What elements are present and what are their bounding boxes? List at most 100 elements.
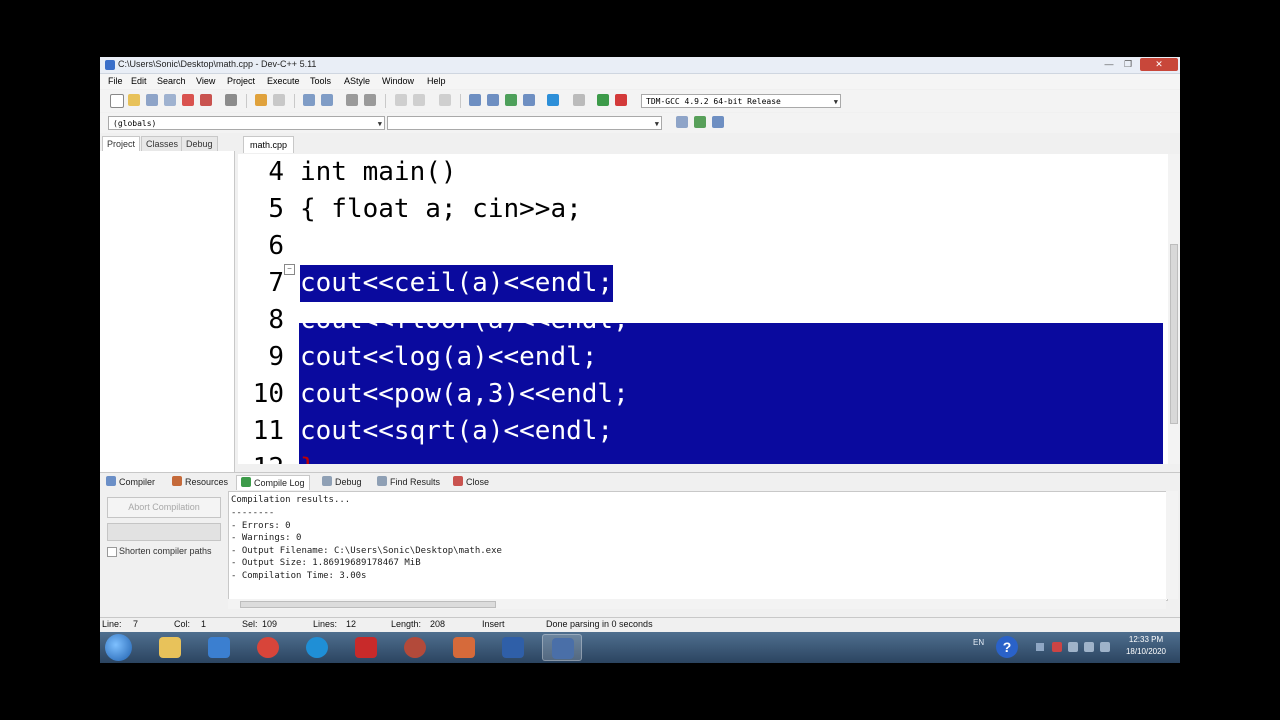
close-all-icon[interactable]	[200, 94, 212, 106]
stop-icon[interactable]	[573, 94, 585, 106]
goto-forward-icon[interactable]	[413, 94, 425, 106]
menu-view[interactable]: View	[196, 76, 215, 86]
status-lines: 12	[346, 619, 357, 629]
tab-classes[interactable]: Classes	[141, 136, 184, 152]
start-button-icon[interactable]	[105, 634, 132, 661]
log-vertical-scrollbar[interactable]	[1166, 491, 1178, 599]
flag-icon[interactable]	[1068, 642, 1078, 652]
class-add-icon[interactable]	[694, 116, 706, 128]
network-status-icon[interactable]	[1084, 642, 1094, 652]
shorten-paths-checkbox[interactable]	[107, 547, 117, 557]
maximize-button[interactable]: ❐	[1119, 58, 1137, 71]
compile-log-output[interactable]: Compilation results... -------- - Errors…	[228, 491, 1168, 601]
help-icon[interactable]: ?	[996, 636, 1018, 658]
tab-close[interactable]: Close	[453, 475, 489, 489]
indent-icon[interactable]	[346, 94, 358, 106]
debug-icon[interactable]	[615, 94, 627, 106]
tab-compile-log-label: Compile Log	[254, 478, 305, 488]
taskbar-word[interactable]	[493, 634, 533, 661]
redo-icon[interactable]	[273, 94, 285, 106]
menu-tools[interactable]: Tools	[310, 76, 331, 86]
tab-project[interactable]: Project	[102, 136, 141, 152]
goto-back-icon[interactable]	[395, 94, 407, 106]
taskbar-devcpp[interactable]	[542, 634, 582, 661]
taskbar-edge[interactable]	[297, 634, 337, 661]
abort-compilation-button[interactable]: Abort Compilation	[107, 497, 221, 518]
fold-minus-icon[interactable]: −	[284, 264, 295, 275]
tray-app-icon[interactable]	[1052, 642, 1062, 652]
log-horizontal-scrollbar[interactable]	[228, 599, 1166, 609]
tray-arrow-icon[interactable]	[1036, 643, 1044, 651]
menu-window[interactable]: Window	[382, 76, 414, 86]
status-sel-label: Sel:	[242, 619, 258, 629]
tab-compiler[interactable]: Compiler	[106, 475, 155, 489]
open-file-icon[interactable]	[128, 94, 140, 106]
browser-icon	[306, 637, 328, 658]
status-length: 208	[430, 619, 446, 629]
tab-math-cpp[interactable]: math.cpp	[243, 136, 295, 153]
title-bar: C:\Users\Sonic\Desktop\math.cpp - Dev-C+…	[100, 57, 1180, 74]
tab-find-results-label: Find Results	[390, 477, 441, 487]
menu-file[interactable]: File	[108, 76, 123, 86]
class-insert-icon[interactable]	[676, 116, 688, 128]
minimize-button[interactable]: —	[1100, 58, 1118, 71]
code-editor[interactable]: 4 5 6 7 8 9 10 11 12 − int main() { floa…	[238, 154, 1168, 464]
save-icon[interactable]	[146, 94, 158, 106]
scope-select[interactable]: (globals) ▼	[108, 116, 385, 130]
new-project-icon[interactable]	[469, 94, 481, 106]
status-lines-label: Lines:	[313, 619, 338, 629]
editor-vertical-scrollbar[interactable]	[1168, 154, 1180, 464]
chart-icon[interactable]	[597, 94, 609, 106]
volume-icon[interactable]	[1100, 642, 1110, 652]
class-toggle-icon[interactable]	[712, 116, 724, 128]
project-tree[interactable]	[100, 151, 235, 524]
close-button[interactable]: ✕	[1140, 58, 1178, 71]
menu-execute[interactable]: Execute	[267, 76, 300, 86]
status-sel: 109	[262, 619, 278, 629]
close-file-icon[interactable]	[182, 94, 194, 106]
tab-resources[interactable]: Resources	[172, 475, 228, 489]
taskbar-network[interactable]	[199, 634, 239, 661]
find-icon	[377, 476, 387, 486]
undo-icon[interactable]	[255, 94, 267, 106]
compiler-select[interactable]: TDM-GCC 4.9.2 64-bit Release ▼	[641, 94, 841, 108]
new-file-icon[interactable]	[110, 94, 124, 108]
taskbar-chrome[interactable]	[248, 634, 288, 661]
check-syntax-icon[interactable]	[547, 94, 559, 106]
menu-edit[interactable]: Edit	[131, 76, 147, 86]
tab-debug-output[interactable]: Debug	[322, 475, 362, 489]
clock-date: 18/10/2020	[1125, 647, 1167, 656]
compiler-select-value: TDM-GCC 4.9.2 64-bit Release	[646, 97, 781, 106]
save-all-icon[interactable]	[164, 94, 176, 106]
compiler-icon	[106, 476, 116, 486]
tab-compile-log[interactable]: Compile Log	[236, 475, 310, 490]
menu-search[interactable]: Search	[157, 76, 186, 86]
replace-icon[interactable]	[321, 94, 333, 106]
unindent-icon[interactable]	[364, 94, 376, 106]
tab-debug[interactable]: Debug	[181, 136, 218, 152]
find-icon[interactable]	[303, 94, 315, 106]
compile-icon[interactable]	[505, 94, 517, 106]
taskbar-app[interactable]	[395, 634, 435, 661]
tab-compiler-label: Compiler	[119, 477, 156, 487]
run-icon[interactable]	[523, 94, 535, 106]
taskbar-explorer[interactable]	[150, 634, 190, 661]
scrollbar-thumb[interactable]	[240, 601, 496, 608]
menu-project[interactable]: Project	[227, 76, 255, 86]
taskbar-acrobat[interactable]	[346, 634, 386, 661]
app-icon	[404, 637, 426, 658]
clock[interactable]: 12:33 PM 18/10/2020	[1118, 634, 1174, 658]
taskbar-powerpoint[interactable]	[444, 634, 484, 661]
scrollbar-thumb[interactable]	[1170, 244, 1178, 424]
member-select[interactable]: ▼	[387, 116, 662, 130]
language-indicator[interactable]: EN	[973, 638, 984, 647]
print-icon[interactable]	[225, 94, 237, 106]
devcpp-window: C:\Users\Sonic\Desktop\math.cpp - Dev-C+…	[100, 57, 1180, 663]
tab-find-results[interactable]: Find Results	[377, 475, 440, 489]
bookmark-icon[interactable]	[439, 94, 451, 106]
window-icon[interactable]	[487, 94, 499, 106]
menu-astyle[interactable]: AStyle	[344, 76, 370, 86]
chart-icon	[241, 477, 251, 487]
tab-close-label: Close	[466, 477, 490, 487]
menu-help[interactable]: Help	[427, 76, 446, 86]
